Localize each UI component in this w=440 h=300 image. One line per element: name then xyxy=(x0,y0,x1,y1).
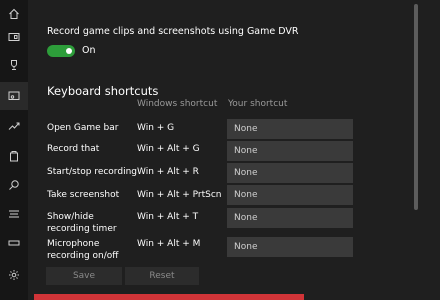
your-shortcut-input-open-game-bar[interactable]: None xyxy=(227,119,353,139)
nav-item-search[interactable] xyxy=(0,171,28,199)
toggle-state-label: On xyxy=(82,45,96,56)
windows-shortcut-start-stop-recording: Win + Alt + R xyxy=(137,167,199,177)
windows-shortcut-microphone-recording: Win + Alt + M xyxy=(137,239,201,249)
shortcut-label-open-game-bar: Open Game bar xyxy=(47,123,119,133)
save-button[interactable]: Save xyxy=(46,267,122,285)
nav-item-xbox-networking[interactable] xyxy=(0,229,28,257)
game-dvr-toggle[interactable] xyxy=(47,45,75,57)
your-shortcut-input-microphone-recording[interactable]: None xyxy=(227,237,353,257)
settings-window: Record game clips and screenshots using … xyxy=(0,0,440,300)
windows-shortcut-open-game-bar: Win + G xyxy=(137,123,175,133)
your-shortcut-input-take-screenshot[interactable]: None xyxy=(227,185,353,205)
shortcut-label-microphone-recording: Microphone recording on/off xyxy=(47,239,119,261)
nav-item-achievements[interactable] xyxy=(0,51,28,79)
content-pane: Record game clips and screenshots using … xyxy=(28,0,428,300)
accent-bar xyxy=(34,294,304,300)
shortcut-label-record-that: Record that xyxy=(47,144,100,154)
keyboard-shortcuts-title: Keyboard shortcuts xyxy=(47,84,159,98)
home-icon xyxy=(9,8,19,19)
trophy-icon xyxy=(11,60,17,70)
game-bar-icon xyxy=(8,33,20,41)
search-icon xyxy=(9,180,19,190)
nav-rail xyxy=(0,0,28,300)
your-shortcut-input-start-stop-recording[interactable]: None xyxy=(227,163,353,183)
trending-icon xyxy=(8,122,20,130)
nav-item-game-mode[interactable] xyxy=(0,142,28,170)
nav-item-game-bar[interactable] xyxy=(0,23,28,51)
reset-button[interactable]: Reset xyxy=(125,267,199,285)
your-shortcut-input-recording-timer[interactable]: None xyxy=(227,208,353,228)
nav-item-game-dvr[interactable] xyxy=(0,82,28,110)
windows-shortcut-header: Windows shortcut xyxy=(137,99,218,109)
xbox-networking-icon xyxy=(8,240,20,246)
shortcut-label-take-screenshot: Take screenshot xyxy=(47,190,120,200)
your-shortcut-header: Your shortcut xyxy=(228,99,288,109)
settings-icon xyxy=(9,270,19,280)
game-mode-icon xyxy=(10,151,18,162)
windows-shortcut-recording-timer: Win + Alt + T xyxy=(137,212,199,222)
shortcut-label-recording-timer: Show/hide recording timer xyxy=(47,212,117,234)
nav-item-settings[interactable] xyxy=(0,261,28,289)
network-icon xyxy=(9,210,19,218)
toggle-knob xyxy=(66,48,72,54)
nav-item-broadcasting[interactable] xyxy=(0,112,28,140)
your-shortcut-input-record-that[interactable]: None xyxy=(227,141,353,161)
game-dvr-label: Record game clips and screenshots using … xyxy=(47,26,299,37)
nav-item-network[interactable] xyxy=(0,200,28,228)
windows-shortcut-take-screenshot: Win + Alt + PrtScn xyxy=(137,190,222,200)
game-dvr-icon xyxy=(8,91,20,100)
windows-shortcut-record-that: Win + Alt + G xyxy=(137,144,200,154)
vertical-scrollbar[interactable] xyxy=(414,4,418,210)
shortcut-label-start-stop-recording: Start/stop recording xyxy=(47,167,137,177)
